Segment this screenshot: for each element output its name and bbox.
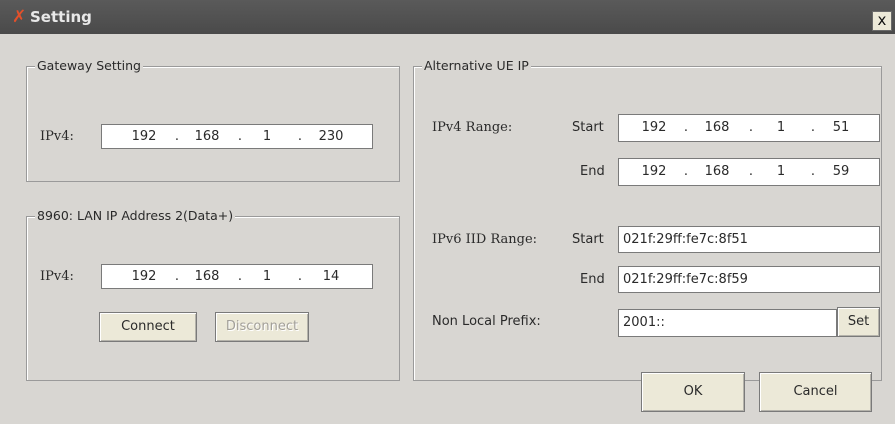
- ipv4-end-label: End: [580, 164, 605, 179]
- ip-octet: 192: [641, 164, 667, 179]
- ip-dot: .: [174, 129, 180, 144]
- app-icon: ✗: [12, 7, 27, 27]
- ip-dot: .: [297, 269, 303, 284]
- ip-octet: 168: [704, 164, 730, 179]
- gateway-ipv4-label: IPv4:: [40, 129, 74, 144]
- connect-button[interactable]: Connect: [99, 312, 197, 342]
- ipv6-end-input[interactable]: 021f:29ff:fe7c:8f59: [618, 266, 880, 293]
- ip-octet: 1: [776, 164, 786, 179]
- alternative-ue-ip-group: Alternative UE IP IPv4 Range: Start 192 …: [413, 58, 882, 381]
- close-button[interactable]: x: [872, 11, 892, 31]
- ipv4-range-label: IPv4 Range:: [432, 120, 513, 135]
- lan-ipv4-label: IPv4:: [40, 269, 74, 284]
- disconnect-button[interactable]: Disconnect: [215, 312, 309, 342]
- ip-octet: 192: [131, 269, 157, 284]
- ok-button[interactable]: OK: [641, 372, 745, 412]
- ip-octet: 1: [776, 120, 786, 135]
- ip-dot: .: [810, 164, 816, 179]
- ip-dot: .: [810, 120, 816, 135]
- ip-dot: .: [174, 269, 180, 284]
- ip-octet: 168: [194, 129, 220, 144]
- lan-ipv4-input[interactable]: 192 . 168 . 1 . 14: [101, 264, 373, 289]
- ipv4-start-label: Start: [572, 120, 604, 135]
- ip-octet: 168: [194, 269, 220, 284]
- ipv4-end-input[interactable]: 192 . 168 . 1 . 59: [618, 158, 880, 186]
- ipv6-start-label: Start: [572, 232, 604, 247]
- ip-dot: .: [297, 129, 303, 144]
- non-local-prefix-input[interactable]: 2001::: [618, 309, 837, 337]
- gateway-ipv4-input[interactable]: 192 . 168 . 1 . 230: [101, 124, 373, 149]
- non-local-prefix-label: Non Local Prefix:: [432, 314, 541, 329]
- ipv6-range-label: IPv6 IID Range:: [432, 232, 538, 247]
- set-button[interactable]: Set: [837, 307, 880, 337]
- ip-octet: 1: [262, 269, 272, 284]
- lan-ip-group: 8960: LAN IP Address 2(Data+) IPv4: 192 …: [26, 208, 400, 381]
- ip-octet: 14: [322, 269, 340, 284]
- window-title: Setting: [30, 8, 92, 26]
- ip-octet: 168: [704, 120, 730, 135]
- ipv4-start-input[interactable]: 192 . 168 . 1 . 51: [618, 114, 880, 142]
- ipv6-start-input[interactable]: 021f:29ff:fe7c:8f51: [618, 226, 880, 253]
- dialog-body: Gateway Setting IPv4: 192 . 168 . 1 . 23…: [0, 34, 895, 424]
- ip-octet: 230: [318, 129, 344, 144]
- ip-octet: 59: [832, 164, 850, 179]
- ip-dot: .: [748, 164, 754, 179]
- ip-dot: .: [237, 129, 243, 144]
- ip-dot: .: [683, 164, 689, 179]
- gateway-setting-group: Gateway Setting IPv4: 192 . 168 . 1 . 23…: [26, 58, 400, 182]
- gateway-setting-legend: Gateway Setting: [35, 58, 143, 74]
- lan-ip-legend: 8960: LAN IP Address 2(Data+): [35, 208, 236, 224]
- cancel-button[interactable]: Cancel: [759, 372, 872, 412]
- ipv6-end-label: End: [580, 272, 605, 287]
- ip-octet: 1: [262, 129, 272, 144]
- ip-dot: .: [748, 120, 754, 135]
- ip-dot: .: [237, 269, 243, 284]
- ip-octet: 51: [832, 120, 850, 135]
- ip-octet: 192: [131, 129, 157, 144]
- ip-octet: 192: [641, 120, 667, 135]
- alternative-ue-ip-legend: Alternative UE IP: [422, 58, 531, 74]
- title-bar: ✗ Setting x: [0, 0, 895, 34]
- ip-dot: .: [683, 120, 689, 135]
